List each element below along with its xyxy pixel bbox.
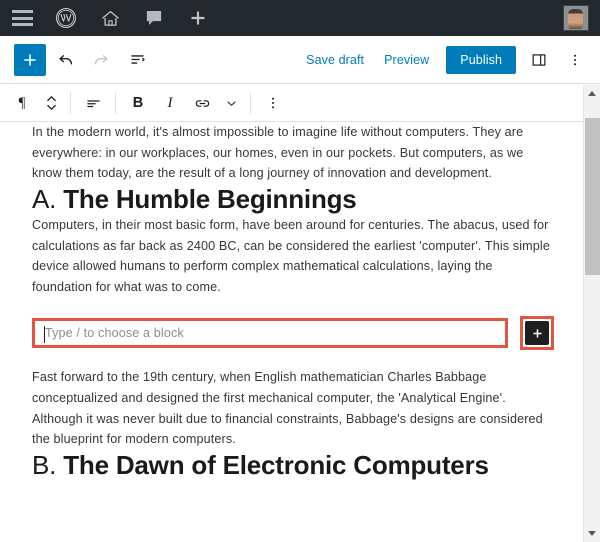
editor-header-right-tools: Save draft Preview Publish xyxy=(297,43,592,77)
heading-prefix: B. xyxy=(32,449,64,480)
block-options-button[interactable] xyxy=(257,85,289,121)
hamburger-menu-icon xyxy=(11,10,33,26)
bold-label: B xyxy=(132,95,144,111)
block-move-button[interactable] xyxy=(38,85,64,121)
scroll-down-button[interactable] xyxy=(584,525,600,542)
plus-icon xyxy=(24,53,36,66)
paragraph-block[interactable]: In the modern world, it's almost impossi… xyxy=(32,122,555,184)
inline-add-block-button[interactable] xyxy=(525,321,549,346)
comments-button[interactable] xyxy=(132,0,176,36)
home-icon xyxy=(100,8,121,29)
vertical-scrollbar[interactable] xyxy=(583,85,600,542)
scrollbar-thumb[interactable] xyxy=(585,118,600,275)
scroll-up-arrow-icon xyxy=(588,91,596,96)
heading-block-a[interactable]: A. The Humble Beginnings xyxy=(32,184,555,215)
wordpress-logo-button[interactable] xyxy=(44,0,88,36)
settings-sidebar-icon xyxy=(532,53,546,66)
editor-header-toolbar: Save draft Preview Publish xyxy=(0,36,600,84)
editor-header-left-tools xyxy=(14,43,154,77)
wordpress-logo-icon xyxy=(55,7,77,29)
comment-bubble-icon xyxy=(144,8,164,28)
text-caret xyxy=(44,326,45,344)
heading-text: The Humble Beginnings xyxy=(63,183,357,214)
more-options-icon xyxy=(272,97,274,109)
italic-label: I xyxy=(167,94,173,111)
new-content-button[interactable] xyxy=(176,0,220,36)
account-menu-button[interactable] xyxy=(558,0,594,36)
scroll-up-button[interactable] xyxy=(584,85,600,102)
site-home-button[interactable] xyxy=(88,0,132,36)
inline-add-block-highlight[interactable] xyxy=(520,316,554,351)
link-icon xyxy=(195,99,209,107)
post-content: In the modern world, it's almost impossi… xyxy=(0,122,583,481)
editor-canvas: In the modern world, it's almost impossi… xyxy=(0,122,583,542)
italic-button[interactable]: I xyxy=(154,85,186,121)
plus-icon xyxy=(188,8,208,28)
undo-button[interactable] xyxy=(48,43,82,77)
wp-admin-bar xyxy=(0,0,600,36)
wordpress-block-editor: Save draft Preview Publish ¶ B I In the … xyxy=(0,0,600,542)
paragraph-block[interactable]: Fast forward to the 19th century, when E… xyxy=(32,367,555,449)
toolbar-divider xyxy=(70,92,71,114)
text-align-icon xyxy=(86,99,100,107)
save-draft-button[interactable]: Save draft xyxy=(297,47,373,73)
list-view-button[interactable] xyxy=(120,43,154,77)
empty-block-row: Type / to choose a block xyxy=(32,316,555,351)
scroll-down-arrow-icon xyxy=(588,531,596,536)
toolbar-divider xyxy=(115,92,116,114)
move-up-down-icon xyxy=(46,96,56,110)
block-type-button[interactable]: ¶ xyxy=(6,85,38,121)
link-button[interactable] xyxy=(186,85,218,121)
list-view-icon xyxy=(130,55,145,64)
empty-paragraph-block[interactable]: Type / to choose a block xyxy=(32,318,508,349)
paragraph-block[interactable]: Computers, in their most basic form, hav… xyxy=(32,215,555,297)
menu-toggle-button[interactable] xyxy=(0,0,44,36)
plus-icon xyxy=(532,329,542,338)
editor-options-button[interactable] xyxy=(558,43,592,77)
heading-block-b[interactable]: B. The Dawn of Electronic Computers xyxy=(32,450,555,481)
avatar xyxy=(563,5,589,31)
toolbar-divider xyxy=(250,92,251,114)
settings-sidebar-toggle[interactable] xyxy=(522,43,556,77)
redo-button[interactable] xyxy=(84,43,118,77)
block-toolbar: ¶ B I xyxy=(0,85,600,122)
preview-button[interactable]: Preview xyxy=(375,47,438,73)
chevron-down-icon xyxy=(227,101,235,106)
bold-button[interactable]: B xyxy=(122,85,154,121)
heading-text: The Dawn of Electronic Computers xyxy=(63,449,489,480)
undo-arrow-icon xyxy=(58,55,72,65)
heading-prefix: A. xyxy=(32,183,64,214)
block-placeholder: Type / to choose a block xyxy=(45,326,184,341)
add-block-inserter-button[interactable] xyxy=(14,43,46,76)
text-align-button[interactable] xyxy=(77,85,109,121)
publish-button[interactable]: Publish xyxy=(446,45,516,74)
more-rich-text-button[interactable] xyxy=(218,85,244,121)
more-options-icon xyxy=(573,54,577,65)
redo-arrow-icon xyxy=(94,55,108,65)
paragraph-icon: ¶ xyxy=(18,94,26,111)
